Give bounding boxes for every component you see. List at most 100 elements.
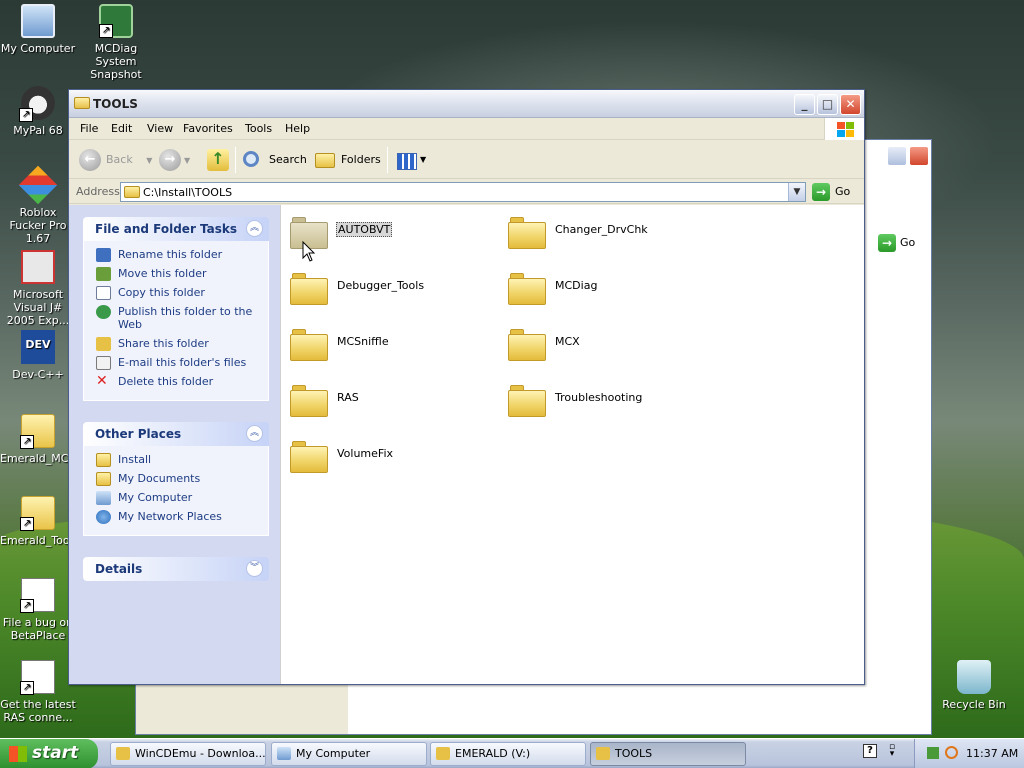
collapse-icon[interactable]: ︽ bbox=[246, 425, 263, 442]
address-dropdown-button[interactable]: ▼ bbox=[788, 183, 805, 201]
desktop-icon-label: My Computer bbox=[0, 42, 76, 55]
place-my-documents[interactable]: My Documents bbox=[84, 472, 268, 486]
file-folder-tasks-panel: File and Folder Tasks ︽ Rename this fold… bbox=[83, 217, 269, 401]
desktop-icon-betaplace[interactable]: File a bug on BetaPlace bbox=[0, 578, 76, 642]
folder-item-mcdiag[interactable]: MCDiag bbox=[508, 268, 718, 308]
taskbar-button-tools[interactable]: TOOLS bbox=[590, 742, 746, 766]
task-copy-folder[interactable]: Copy this folder bbox=[84, 286, 268, 300]
task-move-folder[interactable]: Move this folder bbox=[84, 267, 268, 281]
back-button[interactable]: ← Back ▼ bbox=[79, 148, 152, 172]
place-label: My Documents bbox=[118, 472, 201, 485]
rename-icon bbox=[96, 248, 111, 262]
folder-icon bbox=[124, 186, 140, 198]
menu-favorites[interactable]: Favorites bbox=[183, 122, 233, 135]
search-button[interactable]: Search bbox=[243, 148, 307, 172]
mouse-cursor-icon bbox=[302, 241, 316, 262]
start-button[interactable]: start bbox=[0, 739, 98, 768]
windows-logo-icon bbox=[824, 118, 864, 140]
folders-button[interactable]: Folders bbox=[315, 148, 381, 172]
menu-tools[interactable]: Tools bbox=[245, 122, 272, 135]
menu-file[interactable]: File bbox=[80, 122, 98, 135]
background-go-button[interactable]: → Go bbox=[878, 234, 915, 252]
background-maximize-button[interactable] bbox=[887, 146, 907, 166]
menu-bar: File Edit View Favorites Tools Help bbox=[69, 118, 864, 140]
taskbar-button-wincdemu[interactable]: WinCDEmu - Downloa... bbox=[110, 742, 266, 766]
desktop-icon-emerald-tools[interactable]: Emerald_Too... bbox=[0, 496, 80, 547]
place-my-computer[interactable]: My Computer bbox=[84, 491, 268, 505]
panel-body: Install My Documents My Computer My Netw… bbox=[83, 446, 269, 536]
chevron-down-icon[interactable]: ▼ bbox=[420, 155, 426, 164]
desktop-icon-devcpp[interactable]: DEV Dev-C++ bbox=[0, 330, 76, 381]
go-arrow-icon: → bbox=[812, 183, 830, 201]
computer-icon bbox=[277, 747, 291, 760]
window-titlebar[interactable]: TOOLS _ □ ✕ bbox=[69, 90, 864, 118]
task-label: Copy this folder bbox=[118, 286, 205, 299]
desktop-icon-visual-j[interactable]: Microsoft Visual J# 2005 Exp... bbox=[0, 250, 76, 327]
task-publish-folder[interactable]: Publish this folder to the Web bbox=[84, 305, 268, 331]
task-rename-folder[interactable]: Rename this folder bbox=[84, 248, 268, 262]
go-button[interactable]: → Go bbox=[812, 183, 850, 201]
task-email-files[interactable]: E-mail this folder's files bbox=[84, 356, 268, 370]
taskbar-button-label: EMERALD (V:) bbox=[455, 747, 531, 760]
folder-icon bbox=[508, 383, 546, 417]
background-go-label: Go bbox=[900, 236, 916, 249]
go-label: Go bbox=[835, 185, 851, 198]
folder-item-debugger-tools[interactable]: Debugger_Tools bbox=[290, 268, 500, 308]
folder-item-mcx[interactable]: MCX bbox=[508, 324, 718, 364]
search-tray-icon[interactable] bbox=[945, 746, 958, 759]
folder-icon bbox=[290, 327, 328, 361]
task-delete-folder[interactable]: ✕ Delete this folder bbox=[84, 374, 268, 388]
document-shortcut-icon bbox=[20, 578, 55, 613]
up-folder-icon[interactable]: ↑ bbox=[207, 149, 229, 171]
place-install[interactable]: Install bbox=[84, 453, 268, 467]
restore-icon[interactable]: ▫ ▾ bbox=[886, 743, 898, 759]
address-label: Address bbox=[76, 185, 120, 198]
folder-item-changer-drvchk[interactable]: Changer_DrvChk bbox=[508, 212, 718, 252]
panel-header[interactable]: Details ︾ bbox=[83, 557, 269, 581]
folder-item-autobvt[interactable]: AUTOBVT bbox=[290, 212, 500, 252]
desktop-icon-mcdiag[interactable]: MCDiag System Snapshot bbox=[78, 4, 154, 81]
desktop-icon-roblox[interactable]: Roblox Fucker Pro 1.67 bbox=[0, 165, 76, 245]
menu-help[interactable]: Help bbox=[285, 122, 310, 135]
place-label: My Network Places bbox=[118, 510, 222, 523]
taskbar-button-emerald[interactable]: EMERALD (V:) bbox=[430, 742, 586, 766]
desktop-icon-emerald-mc[interactable]: Emerald_MC... bbox=[0, 414, 79, 465]
panel-header[interactable]: File and Folder Tasks ︽ bbox=[83, 217, 269, 241]
desktop-icon-mypal[interactable]: MyPal 68 bbox=[0, 86, 76, 137]
menu-edit[interactable]: Edit bbox=[111, 122, 132, 135]
task-label: Move this folder bbox=[118, 267, 207, 280]
chevron-down-icon: ▼ bbox=[146, 156, 153, 165]
forward-button[interactable]: → ▼ bbox=[159, 148, 190, 172]
panel-title: File and Folder Tasks bbox=[95, 222, 238, 236]
taskbar-button-my-computer[interactable]: My Computer bbox=[271, 742, 427, 766]
collapse-icon[interactable]: ︽ bbox=[246, 220, 263, 237]
forward-arrow-icon: → bbox=[159, 149, 181, 171]
folder-item-volumefix[interactable]: VolumeFix bbox=[290, 436, 500, 476]
desktop-icon-label: MyPal 68 bbox=[13, 124, 63, 137]
help-icon[interactable]: ? bbox=[863, 744, 877, 758]
task-share-folder[interactable]: Share this folder bbox=[84, 337, 268, 351]
task-pane: File and Folder Tasks ︽ Rename this fold… bbox=[69, 205, 280, 684]
address-input[interactable]: C:\Install\TOOLS ▼ bbox=[120, 182, 806, 202]
panel-body: Rename this folder Move this folder Copy… bbox=[83, 241, 269, 401]
views-icon[interactable] bbox=[397, 153, 417, 170]
minimize-button[interactable]: _ bbox=[794, 94, 815, 115]
desktop-icon-ras[interactable]: Get the latest RAS conne... bbox=[0, 660, 76, 724]
maximize-button[interactable]: □ bbox=[817, 94, 838, 115]
my-computer-icon bbox=[21, 4, 55, 38]
expand-icon[interactable]: ︾ bbox=[246, 560, 263, 577]
address-value: C:\Install\TOOLS bbox=[143, 186, 233, 199]
place-my-network-places[interactable]: My Network Places bbox=[84, 510, 268, 524]
folders-icon bbox=[315, 153, 335, 168]
network-tray-icon[interactable] bbox=[927, 747, 939, 759]
desktop-icon-my-computer[interactable]: My Computer bbox=[0, 4, 76, 55]
menu-view[interactable]: View bbox=[147, 122, 173, 135]
close-button[interactable]: ✕ bbox=[840, 94, 861, 115]
folder-label: Troubleshooting bbox=[555, 391, 643, 404]
panel-header[interactable]: Other Places ︽ bbox=[83, 422, 269, 446]
folder-item-troubleshooting[interactable]: Troubleshooting bbox=[508, 380, 718, 420]
background-close-button[interactable] bbox=[909, 146, 929, 166]
desktop-icon-recycle-bin[interactable]: Recycle Bin bbox=[936, 660, 1012, 711]
folder-item-ras[interactable]: RAS bbox=[290, 380, 500, 420]
folder-item-mcsniffle[interactable]: MCSniffle bbox=[290, 324, 500, 364]
